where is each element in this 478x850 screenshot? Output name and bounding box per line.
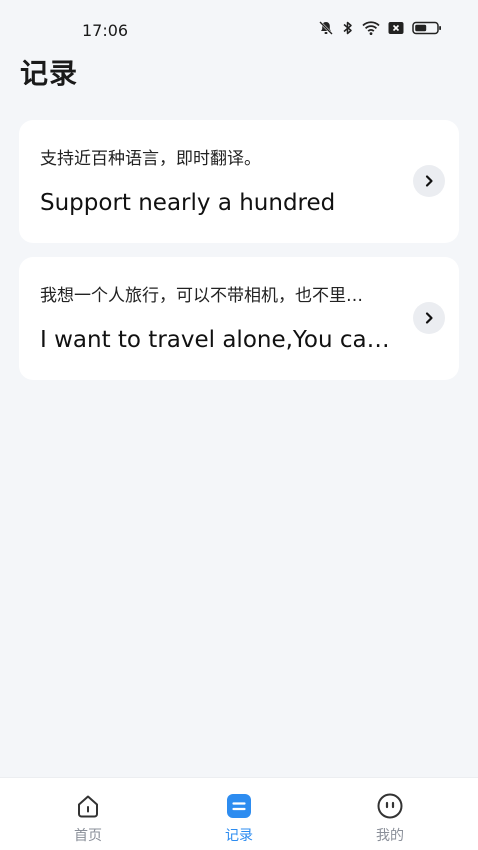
record-translation-text: I want to travel alone,You ca…: [40, 327, 390, 353]
status-bar: 17:06: [0, 0, 478, 48]
record-card[interactable]: 支持近百种语言，即时翻译。 Support nearly a hundred: [19, 120, 459, 243]
profile-icon: [377, 793, 403, 819]
record-source-text: 支持近百种语言，即时翻译。: [40, 149, 261, 169]
tab-profile-label: 我的: [376, 828, 404, 844]
bluetooth-icon: [342, 20, 354, 36]
chevron-right-icon: [425, 312, 433, 324]
page-title: 记录: [20, 57, 79, 90]
home-icon: [78, 795, 98, 818]
tab-record-label: 记录: [225, 828, 253, 844]
open-record-button[interactable]: [413, 165, 445, 197]
sim-x-icon: [388, 21, 404, 35]
bottom-tab-bar: 首页 记录 我的: [0, 777, 478, 850]
tab-home[interactable]: 首页: [48, 792, 128, 848]
mute-icon: [318, 20, 334, 36]
status-time: 17:06: [82, 21, 129, 40]
record-icon: [227, 794, 251, 818]
status-icons: [318, 20, 442, 36]
tab-record[interactable]: 记录: [199, 792, 279, 848]
open-record-button[interactable]: [413, 302, 445, 334]
record-source-text: 我想一个人旅行，可以不带相机，也不里…: [40, 286, 363, 306]
battery-icon: [412, 21, 442, 35]
record-card[interactable]: 我想一个人旅行，可以不带相机，也不里… I want to travel alo…: [19, 257, 459, 380]
tab-home-label: 首页: [74, 828, 102, 844]
wifi-icon: [362, 20, 380, 36]
chevron-right-icon: [425, 175, 433, 187]
record-translation-text: Support nearly a hundred: [40, 190, 336, 216]
tab-profile[interactable]: 我的: [350, 792, 430, 848]
